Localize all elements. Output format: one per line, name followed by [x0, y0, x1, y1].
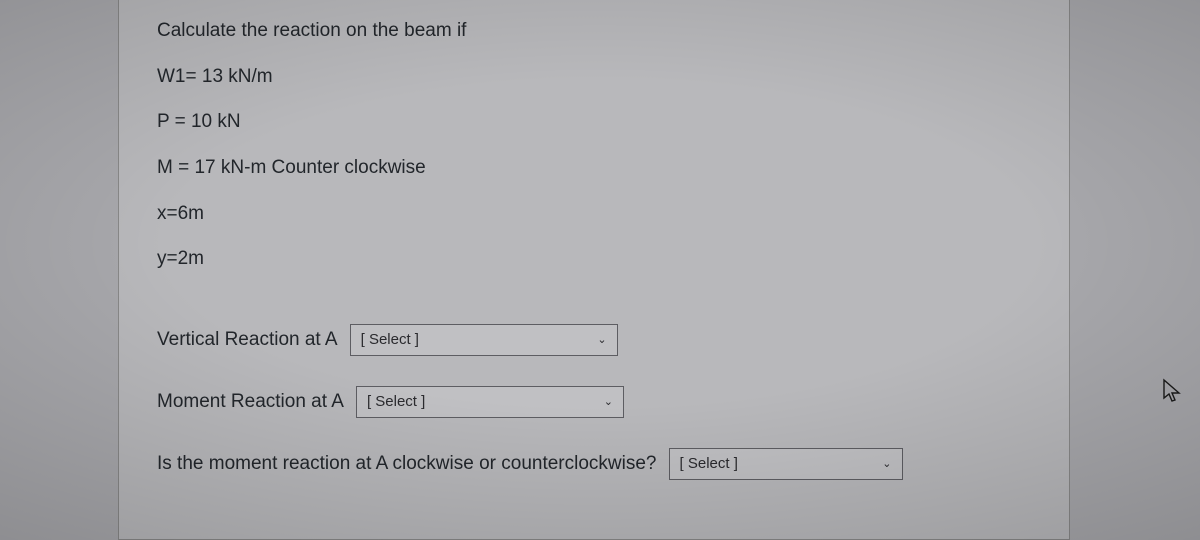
moment-reaction-row: Moment Reaction at A [ Select ] ⌄	[157, 386, 1031, 418]
chevron-down-icon: ⌄	[604, 395, 613, 408]
moment-reaction-select[interactable]: [ Select ] ⌄	[356, 386, 624, 418]
direction-question-label: Is the moment reaction at A clockwise or…	[157, 453, 657, 475]
given-y: y=2m	[157, 246, 1031, 272]
given-x: x=6m	[157, 201, 1031, 227]
direction-row: Is the moment reaction at A clockwise or…	[157, 448, 1031, 480]
given-p: P = 10 kN	[157, 109, 1031, 135]
problem-intro: Calculate the reaction on the beam if	[157, 18, 1031, 44]
vertical-reaction-label: Vertical Reaction at A	[157, 329, 338, 351]
vertical-reaction-row: Vertical Reaction at A [ Select ] ⌄	[157, 324, 1031, 356]
select-placeholder: [ Select ]	[361, 331, 419, 348]
moment-reaction-label: Moment Reaction at A	[157, 391, 344, 413]
given-w1: W1= 13 kN/m	[157, 64, 1031, 90]
chevron-down-icon: ⌄	[597, 333, 606, 346]
given-m: M = 17 kN-m Counter clockwise	[157, 155, 1031, 181]
question-panel: Calculate the reaction on the beam if W1…	[118, 0, 1070, 540]
select-placeholder: [ Select ]	[680, 455, 738, 472]
cursor-icon	[1162, 378, 1182, 410]
select-placeholder: [ Select ]	[367, 393, 425, 410]
chevron-down-icon: ⌄	[882, 457, 891, 470]
vertical-reaction-select[interactable]: [ Select ] ⌄	[350, 324, 618, 356]
direction-select[interactable]: [ Select ] ⌄	[669, 448, 903, 480]
